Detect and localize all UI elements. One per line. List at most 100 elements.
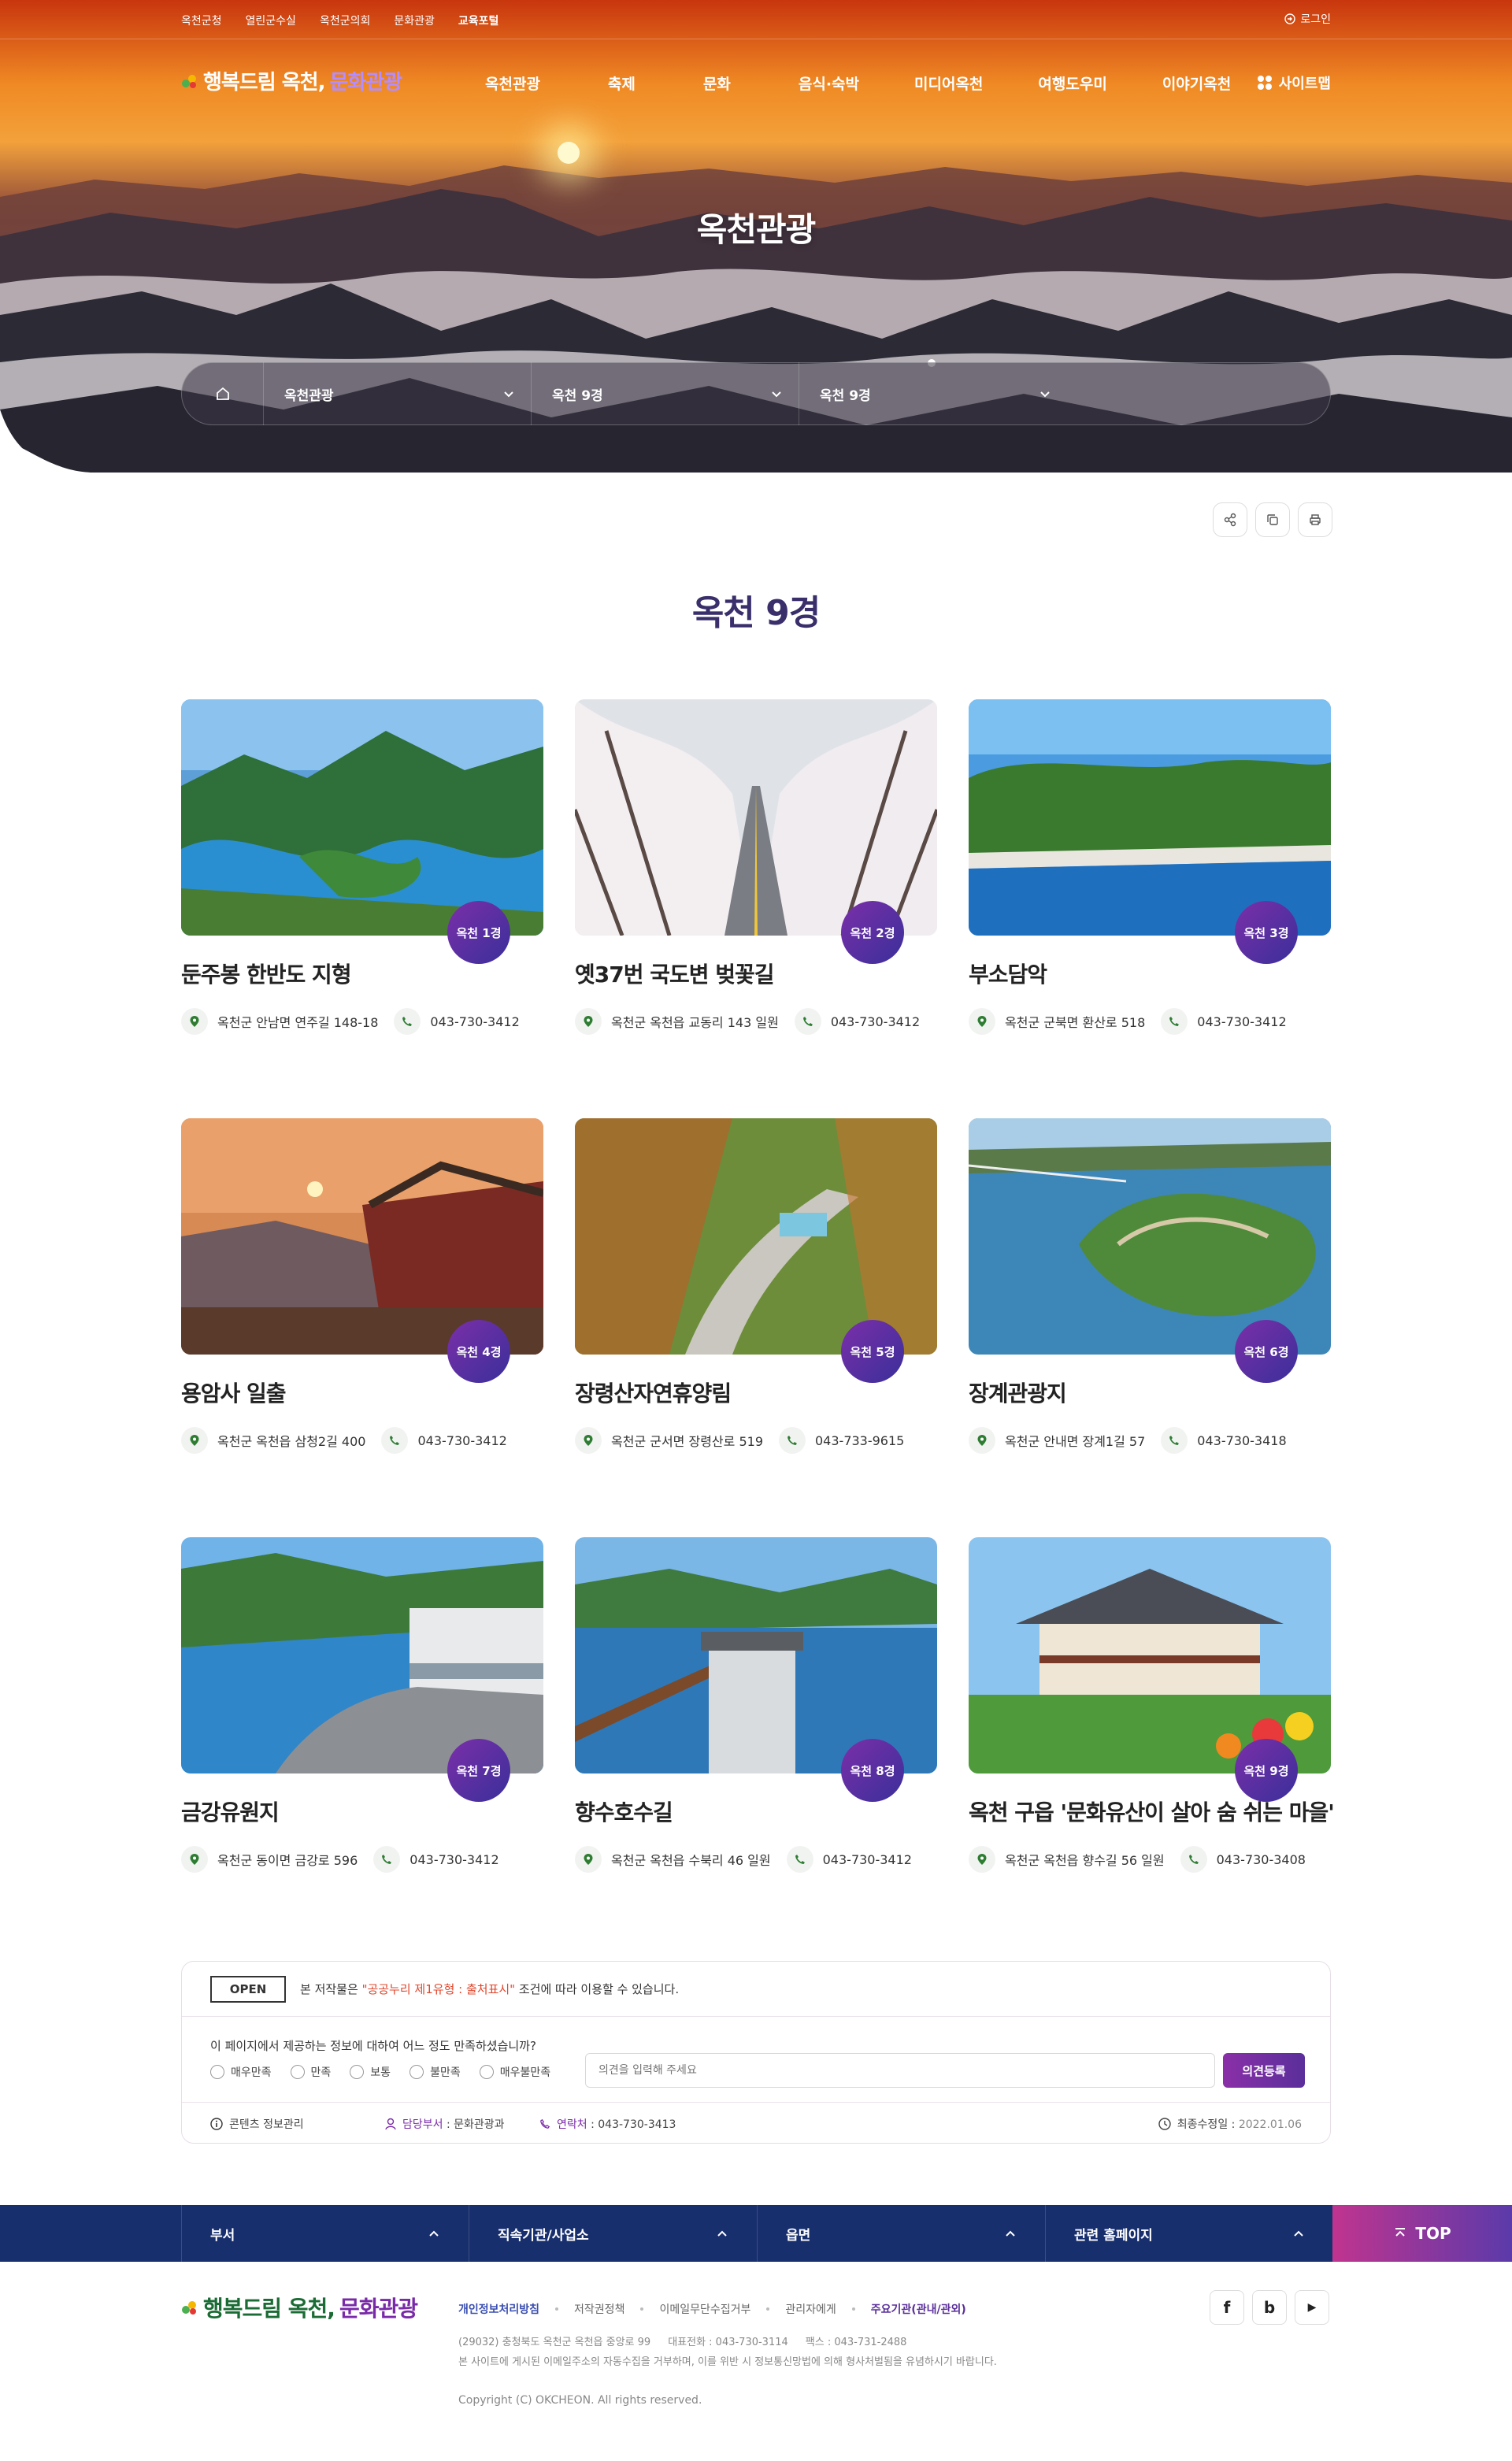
- blog-icon[interactable]: b: [1252, 2290, 1287, 2325]
- dept-value: 문화관광과: [454, 2118, 505, 2131]
- contact-label: 연락처: [557, 2118, 587, 2131]
- gnb-menu: 옥천관광 축제 문화 음식·숙박 미디어옥천 여행도우미 이야기옥천: [485, 72, 1231, 94]
- link-county-council[interactable]: 옥천군의회: [320, 13, 370, 28]
- spot-name: 장계관광지: [969, 1381, 1067, 1407]
- option-label: 불만족: [430, 2066, 461, 2079]
- satisfaction-panel: OPEN 본 저작물은 "공공누리 제1유형 : 출처표시" 조건에 따라 이용…: [181, 1961, 1331, 2144]
- phone-icon: [1180, 1846, 1207, 1873]
- link-county-office[interactable]: 옥천군청: [181, 13, 222, 28]
- spot-card[interactable]: 옥천 4경 용암사 일출 옥천군 옥천읍 삼청2길 400 043-730-34…: [181, 1118, 543, 1481]
- spot-photo: [969, 1537, 1331, 1773]
- chevron-up-icon: [717, 2230, 727, 2237]
- submit-opinion-button[interactable]: 의견등록: [1223, 2053, 1305, 2088]
- login-link[interactable]: 로그인: [1284, 11, 1331, 27]
- spot-name: 향수호수길: [575, 1799, 673, 1825]
- nav-media[interactable]: 미디어옥천: [914, 72, 983, 94]
- spot-address: 옥천군 안내면 장계1길 57: [1005, 1434, 1146, 1449]
- footer-notice: 본 사이트에 게시된 이메일주소의 자동수집을 거부하며, 이를 위반 시 정보…: [458, 2356, 997, 2368]
- share-button[interactable]: [1213, 502, 1247, 537]
- license-pre: 본 저작물은: [300, 1982, 358, 1996]
- logo-text-main: 행복드림 옥천,: [203, 2296, 335, 2322]
- spot-name: 옥천 구읍 '문화유산이 살아 숨 쉬는 마을': [969, 1799, 1335, 1825]
- link-culture-tourism[interactable]: 문화관광: [394, 13, 435, 28]
- updated-info: 최종수정일 : 2022.01.06: [1158, 2116, 1302, 2132]
- separator-dot: [555, 2307, 559, 2311]
- footer-logo[interactable]: 행복드림 옥천, 문화관광: [181, 2292, 418, 2323]
- footer-town-dropdown[interactable]: 읍면: [758, 2205, 1046, 2262]
- chevron-down-icon: [504, 391, 513, 398]
- sitemap-button[interactable]: 사이트맵: [1257, 72, 1331, 93]
- spot-badge: 옥천 7경: [447, 1739, 510, 1802]
- updated-label: 최종수정일: [1177, 2118, 1228, 2131]
- print-button[interactable]: [1298, 502, 1332, 537]
- spot-phone: 043-730-3412: [430, 1014, 520, 1029]
- separator-dot: [640, 2307, 644, 2311]
- option-very-dissatisfied[interactable]: 매우불만족: [479, 2064, 550, 2080]
- contact-value: 043-730-3413: [598, 2118, 676, 2131]
- option-dissatisfied[interactable]: 불만족: [410, 2064, 461, 2080]
- footer-related-dropdown[interactable]: 관련 홈페이지: [1046, 2205, 1334, 2262]
- email-refusal-link[interactable]: 이메일무단수집거부: [659, 2301, 750, 2317]
- nav-food-lodging[interactable]: 음식·숙박: [799, 72, 859, 94]
- dept-label: 담당부서: [402, 2118, 443, 2131]
- spot-name: 용암사 일출: [181, 1381, 287, 1407]
- location-pin-icon: [969, 1846, 995, 1873]
- spot-card[interactable]: 옥천 5경 장령산자연휴양림 옥천군 군서면 장령산로 519 043-733-…: [575, 1118, 937, 1481]
- phone-icon: [779, 1427, 806, 1454]
- chevron-down-icon: [1040, 391, 1050, 398]
- nav-story[interactable]: 이야기옥천: [1162, 72, 1231, 94]
- utility-bar: 옥천군청 열린군수실 옥천군의회 문화관광 교육포털 로그인: [0, 0, 1512, 39]
- spot-badge: 옥천 9경: [1235, 1739, 1298, 1802]
- opinion-input[interactable]: [585, 2053, 1215, 2088]
- youtube-icon[interactable]: ▶: [1295, 2290, 1329, 2325]
- phone-icon: [381, 1427, 409, 1454]
- link-mayor-office[interactable]: 열린군수실: [246, 13, 296, 28]
- spot-card[interactable]: 옥천 2경 옛37번 국도변 벚꽃길 옥천군 옥천읍 교동리 143 일원 04…: [575, 699, 937, 1062]
- top-button[interactable]: TOP: [1332, 2205, 1512, 2262]
- spot-phone: 043-733-9615: [815, 1432, 905, 1448]
- spot-badge: 옥천 5경: [841, 1320, 904, 1383]
- license-text: 본 저작물은 "공공누리 제1유형 : 출처표시" 조건에 따라 이용할 수 있…: [300, 1981, 679, 1997]
- nav-travel-helper[interactable]: 여행도우미: [1038, 72, 1106, 94]
- phone-icon: [1161, 1427, 1188, 1454]
- nav-festival[interactable]: 축제: [608, 72, 636, 94]
- spot-info: 옥천군 옥천읍 삼청2길 400 043-730-3412: [181, 1427, 523, 1454]
- link-education-portal[interactable]: 교육포털: [458, 13, 499, 28]
- spot-card[interactable]: 옥천 3경 부소담악 옥천군 군북면 환산로 518 043-730-3412: [969, 699, 1331, 1062]
- major-agencies-link[interactable]: 주요기관(관내/관외): [871, 2301, 966, 2317]
- phone-icon: [786, 1846, 813, 1873]
- nav-culture[interactable]: 문화: [703, 72, 731, 94]
- spot-card[interactable]: 옥천 8경 향수호수길 옥천군 옥천읍 수북리 46 일원 043-730-34…: [575, 1537, 937, 1899]
- spot-card[interactable]: 옥천 9경 옥천 구읍 '문화유산이 살아 숨 쉬는 마을' 옥천군 옥천읍 향…: [969, 1537, 1335, 1899]
- spot-phone: 043-730-3412: [822, 1851, 912, 1867]
- spot-photo: [575, 1537, 937, 1773]
- contact-info: 연락처 : 043-730-3413: [539, 2116, 676, 2132]
- spot-card[interactable]: 옥천 7경 금강유원지 옥천군 동이면 금강로 596 043-730-3412: [181, 1537, 543, 1899]
- footer-agency-dropdown[interactable]: 직속기관/사업소: [469, 2205, 758, 2262]
- dept-info: 담당부서 : 문화관광과: [385, 2116, 539, 2132]
- footer-dept-dropdown[interactable]: 부서: [181, 2205, 469, 2262]
- spot-info: 옥천군 옥천읍 향수길 56 일원 043-730-3408: [969, 1846, 1321, 1873]
- contact-admin-link[interactable]: 관리자에게: [785, 2301, 836, 2317]
- site-logo[interactable]: 행복드림 옥천, 문화관광: [181, 66, 402, 95]
- footer-link-bar: 부서 직속기관/사업소 읍면 관련 홈페이지 TOP: [0, 2205, 1512, 2262]
- copy-url-button[interactable]: [1255, 502, 1290, 537]
- option-normal[interactable]: 보통: [350, 2064, 391, 2080]
- spot-card[interactable]: 옥천 1경 둔주봉 한반도 지형 옥천군 안남면 연주길 148-18 043-…: [181, 699, 543, 1062]
- privacy-policy-link[interactable]: 개인정보처리방침: [458, 2301, 539, 2317]
- nav-okcheon-tour[interactable]: 옥천관광: [485, 72, 540, 94]
- copyright-policy-link[interactable]: 저작권정책: [574, 2301, 624, 2317]
- survey-options: 매우만족 만족 보통 불만족 매우불만족: [210, 2064, 550, 2080]
- spot-card[interactable]: 옥천 6경 장계관광지 옥천군 안내면 장계1길 57 043-730-3418: [969, 1118, 1331, 1481]
- facebook-icon[interactable]: f: [1210, 2290, 1244, 2325]
- option-satisfied[interactable]: 만족: [290, 2064, 331, 2080]
- hero-title: 옥천관광: [696, 210, 817, 249]
- spot-photo: [181, 699, 543, 936]
- footer-bar-label: 부서: [210, 2227, 235, 2244]
- spot-info: 옥천군 군서면 장령산로 519 043-733-9615: [575, 1427, 920, 1454]
- phone-icon: [794, 1008, 821, 1035]
- utility-links: 옥천군청 열린군수실 옥천군의회 문화관광 교육포털: [181, 13, 498, 28]
- option-very-satisfied[interactable]: 매우만족: [210, 2064, 272, 2080]
- clock-icon: [1158, 2117, 1171, 2130]
- logo-text-sub: 문화관광: [339, 2296, 418, 2322]
